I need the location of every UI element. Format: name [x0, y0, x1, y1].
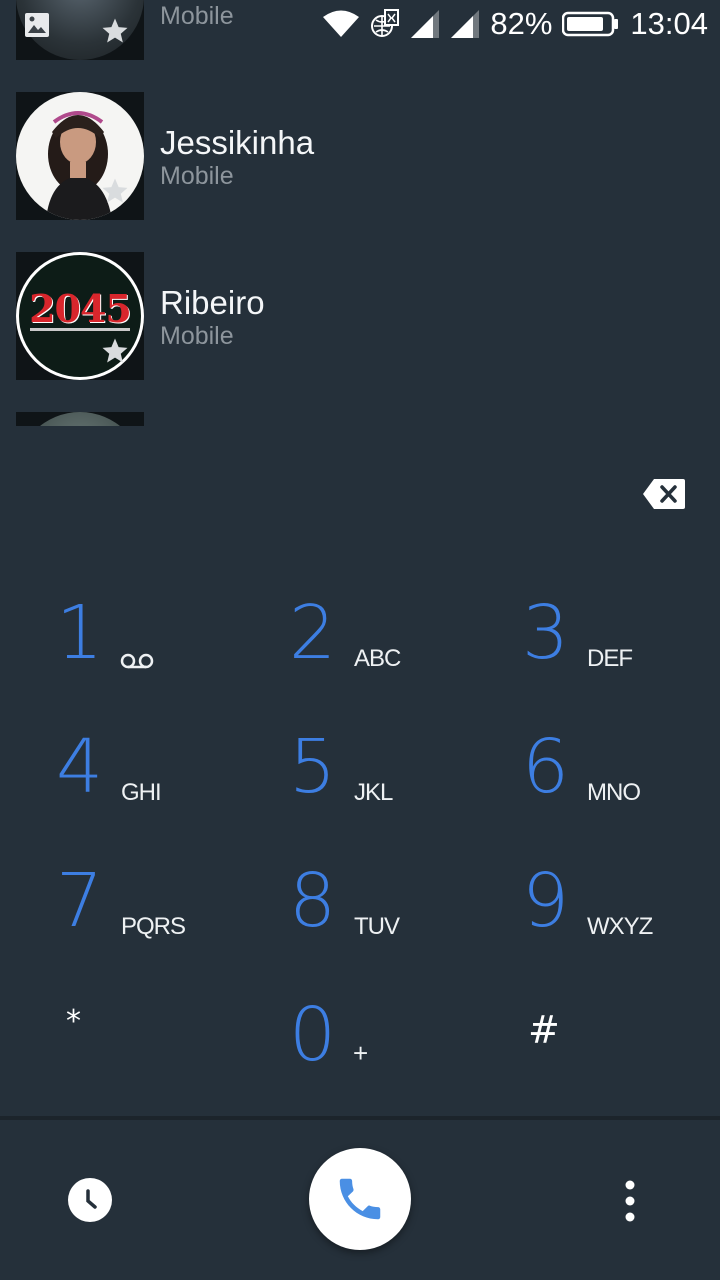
- key-digit: 9: [522, 858, 570, 944]
- dial-key-6[interactable]: 6 MNO: [522, 704, 720, 838]
- dial-key-5[interactable]: 5 JKL: [289, 704, 509, 838]
- voicemail-icon: [120, 653, 154, 669]
- data-transfer-icon: [371, 9, 400, 37]
- clock: 13:04: [630, 6, 708, 41]
- call-history-button[interactable]: [68, 1178, 112, 1222]
- contact-type: Mobile: [160, 162, 234, 190]
- dial-key-1[interactable]: 1: [56, 570, 276, 704]
- key-digit: 6: [522, 724, 570, 810]
- phone-icon: [339, 1178, 381, 1220]
- contact-row[interactable]: 2045 Ribeiro Mobile: [0, 252, 720, 380]
- key-digit: 4: [56, 724, 104, 810]
- signal-sim2-icon: [451, 10, 480, 38]
- key-letters: WXYZ: [587, 913, 653, 940]
- key-digit: 5: [289, 724, 337, 810]
- image-notification-icon: [25, 13, 49, 37]
- contact-row[interactable]: [0, 412, 720, 426]
- battery-percent: 82%: [490, 6, 553, 41]
- signal-sim1-icon: [411, 10, 440, 38]
- status-bar: 82% 13:04: [0, 0, 720, 48]
- star-icon: [102, 178, 128, 203]
- avatar: [16, 412, 144, 426]
- clock-icon: [86, 1189, 97, 1209]
- key-letters: JKL: [354, 779, 393, 806]
- dial-key-3[interactable]: 3 DEF: [522, 570, 720, 704]
- key-digit: #: [528, 1008, 560, 1052]
- dial-key-hash[interactable]: #: [522, 972, 720, 1106]
- key-letters: PQRS: [121, 913, 186, 940]
- key-letters: GHI: [121, 779, 162, 806]
- key-digit: 0: [289, 992, 337, 1078]
- key-letters: DEF: [587, 645, 633, 672]
- contact-row[interactable]: Jessikinha Mobile: [0, 92, 720, 220]
- dial-key-9[interactable]: 9 WXYZ: [522, 838, 720, 972]
- key-letters: ABC: [354, 645, 401, 672]
- more-vert-icon[interactable]: [614, 1178, 646, 1224]
- key-letters: TUV: [354, 913, 400, 940]
- dial-key-8[interactable]: 8 TUV: [289, 838, 509, 972]
- wifi-icon: [323, 10, 360, 37]
- key-letters: +: [353, 1038, 368, 1068]
- key-digit: 8: [289, 858, 337, 944]
- call-button[interactable]: [309, 1148, 411, 1250]
- contact-name: Jessikinha: [160, 124, 315, 161]
- key-digit: 1: [56, 590, 104, 676]
- dial-key-0[interactable]: 0 +: [289, 972, 509, 1106]
- battery-icon: [562, 11, 619, 37]
- dial-key-7[interactable]: 7 PQRS: [56, 838, 276, 972]
- key-digit: *: [66, 1004, 81, 1039]
- avatar: 2045: [16, 252, 144, 380]
- company-logo-text: 2045: [29, 286, 132, 331]
- key-digit: 3: [522, 590, 570, 676]
- avatar: [16, 92, 144, 220]
- contact-name: Ribeiro: [160, 284, 265, 321]
- dial-key-star[interactable]: *: [56, 972, 276, 1106]
- key-digit: 7: [56, 858, 104, 944]
- key-digit: 2: [289, 590, 337, 676]
- contact-suggestions-list: Mobile Jessikinha Mobile 2045 Ribeiro Mo…: [0, 0, 720, 426]
- star-icon: [102, 338, 128, 363]
- dial-key-2[interactable]: 2 ABC: [289, 570, 509, 704]
- contact-type: Mobile: [160, 322, 234, 350]
- backspace-icon[interactable]: [642, 478, 686, 510]
- dialpad: 1 2 ABC 3 DEF 4 GHI 5 JKL 6 MNO 7 PQRS 8…: [0, 560, 720, 1100]
- key-letters: MNO: [587, 779, 641, 806]
- dial-key-4[interactable]: 4 GHI: [56, 704, 276, 838]
